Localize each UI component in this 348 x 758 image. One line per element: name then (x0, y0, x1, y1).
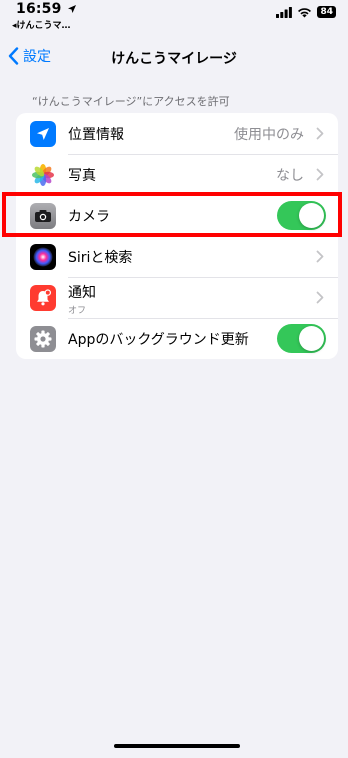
status-bar: 16:59 ◂けんこうマ… 84 (0, 0, 348, 34)
row-photos[interactable]: 写真 なし (16, 154, 338, 195)
chevron-right-icon (316, 168, 324, 181)
location-arrow-icon (30, 120, 56, 147)
wifi-icon (298, 7, 312, 17)
row-label-group: 通知 オフ (68, 282, 96, 316)
chevron-left-icon (8, 47, 19, 65)
background-refresh-toggle[interactable] (277, 324, 326, 353)
chevron-right-icon (316, 250, 324, 263)
camera-toggle[interactable] (277, 201, 326, 230)
row-label: Appのバックグラウンド更新 (68, 331, 249, 348)
row-siri-search[interactable]: Siriと検索 (16, 236, 338, 277)
row-label: 通知 (68, 285, 96, 301)
back-to-app-link[interactable]: ◂けんこうマ… (12, 18, 71, 31)
cellular-signal-icon (276, 6, 293, 18)
notification-bell-icon (30, 284, 56, 311)
row-value: 使用中のみ (234, 126, 304, 143)
toggle-knob (299, 203, 324, 228)
back-button[interactable]: 設定 (8, 46, 51, 66)
home-indicator[interactable] (114, 744, 240, 748)
row-location[interactable]: 位置情報 使用中のみ (16, 113, 338, 154)
back-button-label: 設定 (23, 49, 51, 65)
row-notifications[interactable]: 通知 オフ (16, 277, 338, 318)
row-camera[interactable]: カメラ (16, 195, 338, 236)
chevron-right-icon (316, 291, 324, 304)
status-icons: 84 (276, 6, 336, 18)
row-label: カメラ (68, 208, 110, 225)
camera-icon (30, 202, 56, 229)
siri-icon (30, 243, 56, 270)
row-sublabel: オフ (68, 306, 87, 316)
permissions-list: 位置情報 使用中のみ 写真 なし カメラ Siriと検索 通知 オフ Appのバ… (16, 113, 338, 359)
row-label: 写真 (68, 167, 96, 184)
row-background-refresh[interactable]: Appのバックグラウンド更新 (16, 318, 338, 359)
toggle-knob (299, 326, 324, 351)
row-label: 位置情報 (68, 126, 124, 143)
row-label: Siriと検索 (68, 249, 133, 266)
battery-level: 84 (317, 6, 336, 18)
navigation-bar: けんこうマイレージ 設定 (0, 42, 348, 72)
gear-icon (30, 325, 56, 352)
status-time: 16:59 (16, 1, 77, 17)
section-header: “けんこうマイレージ”にアクセスを許可 (32, 95, 230, 108)
page-title: けんこうマイレージ (111, 51, 237, 67)
location-services-icon (67, 5, 76, 13)
row-value: なし (276, 167, 304, 184)
chevron-right-icon (316, 127, 324, 140)
photos-icon (30, 161, 56, 188)
status-time-text: 16:59 (16, 1, 62, 17)
